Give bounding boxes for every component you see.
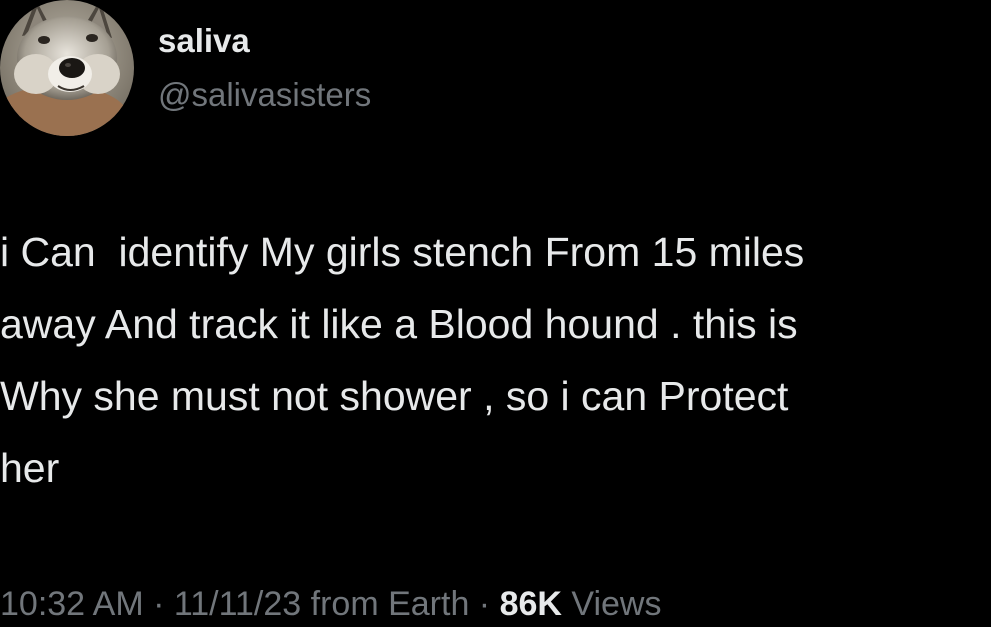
tweet-text-line: away And track it like a Blood hound . t… [0,301,798,347]
views-label[interactable]: Views [571,585,661,623]
tweet-text-line: Why she must not shower , so i can Prote… [0,373,789,419]
tweet-source: from Earth [310,585,470,623]
meta-separator: · [143,585,174,623]
wolf-avatar-icon [0,0,134,136]
avatar[interactable] [0,0,134,136]
views-count[interactable]: 86K [500,585,562,623]
tweet-meta: 10:32 AM · 11/11/23 from Earth · 86K Vie… [0,585,662,624]
author-handle[interactable]: @salivasisters [158,76,371,114]
meta-separator: · [469,585,500,623]
tweet-time[interactable]: 10:32 AM [0,585,144,623]
tweet-text-line: i Can identify My girls stench From 15 m… [0,229,805,275]
tweet-text: i Can identify My girls stench From 15 m… [0,216,991,504]
author-display-name[interactable]: saliva [158,22,250,60]
tweet-text-line: her [0,445,60,491]
tweet-date[interactable]: 11/11/23 [174,585,301,623]
